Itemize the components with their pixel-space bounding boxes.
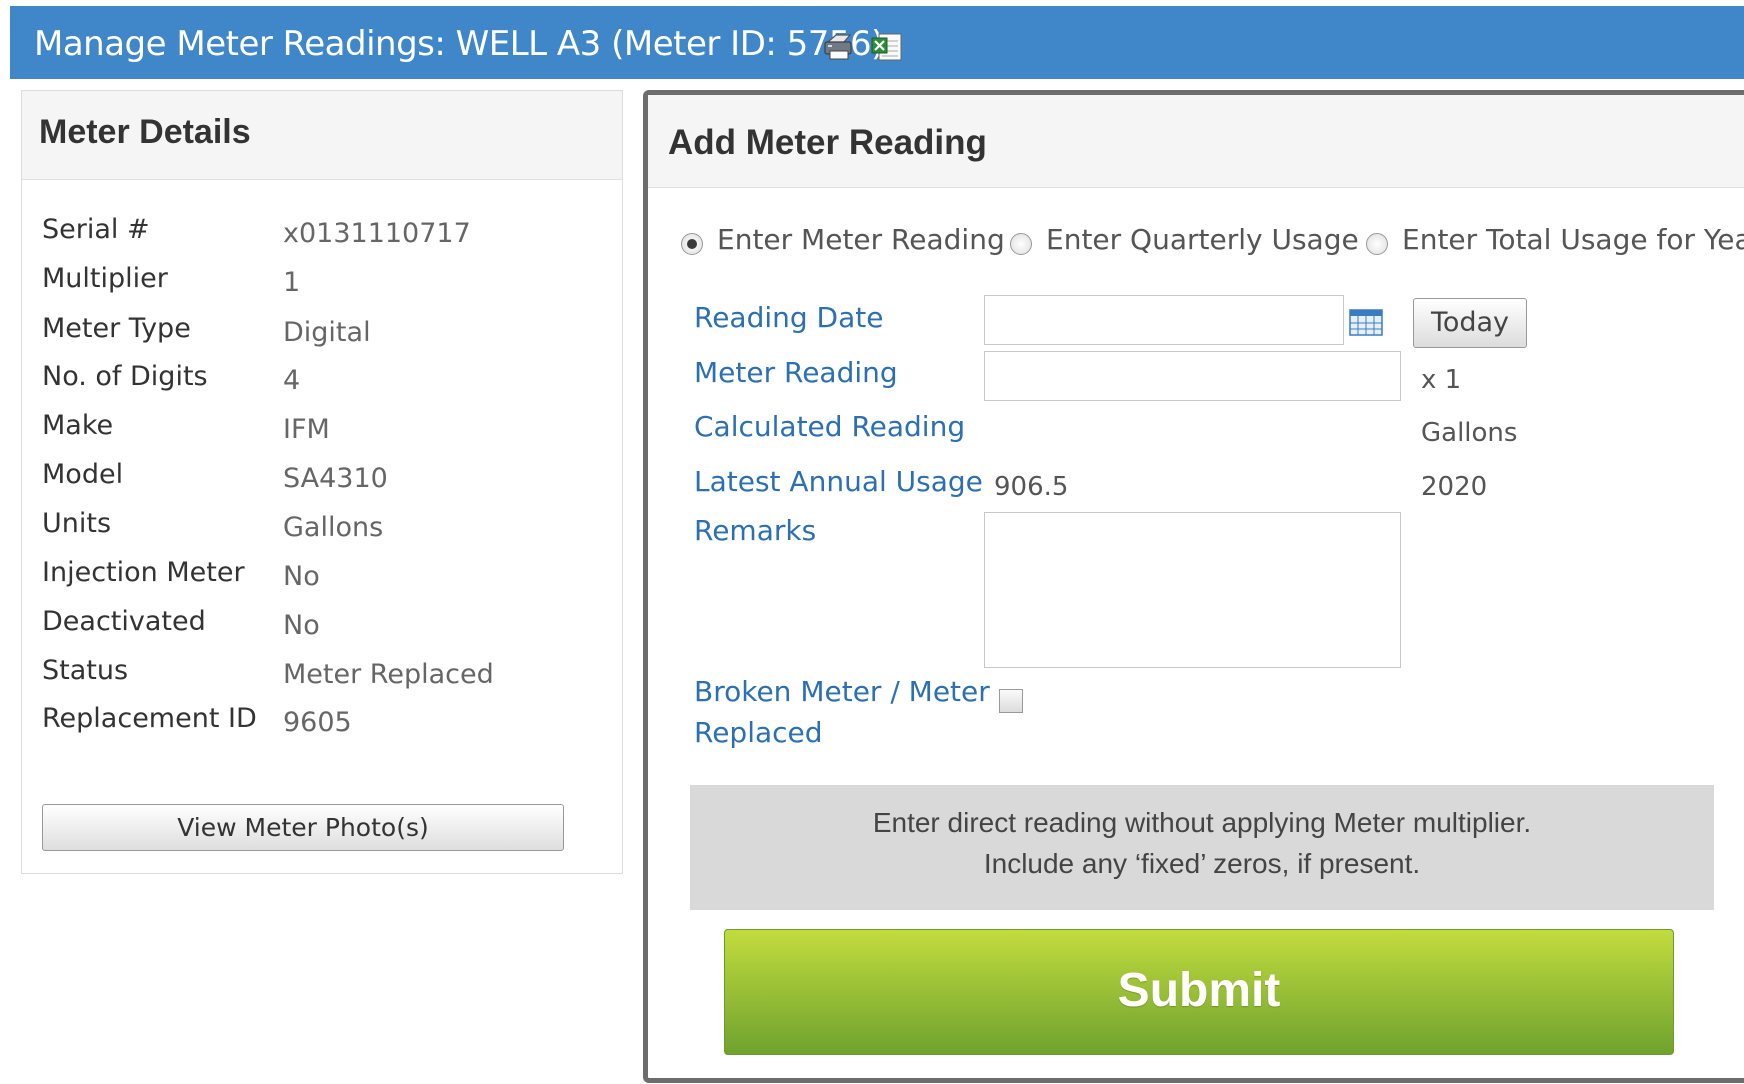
detail-value: No <box>283 561 320 592</box>
detail-value: No <box>283 610 320 641</box>
detail-label: Replacement ID <box>42 703 257 734</box>
detail-value: 1 <box>283 267 301 298</box>
add-reading-title: Add Meter Reading <box>668 123 987 162</box>
detail-label: Units <box>42 508 112 539</box>
detail-value: Meter Replaced <box>283 659 494 690</box>
calculated-reading-label: Calculated Reading <box>694 410 966 443</box>
detail-label: Injection Meter <box>42 557 245 588</box>
instructions-line-2: Include any ‘fixed’ zeros, if present. <box>983 848 1421 879</box>
latest-annual-usage-label: Latest Annual Usage <box>694 465 983 498</box>
broken-meter-checkbox[interactable] <box>999 689 1023 713</box>
today-button[interactable]: Today <box>1413 298 1527 348</box>
reading-date-label: Reading Date <box>694 301 884 334</box>
remarks-textarea[interactable] <box>984 512 1401 668</box>
add-reading-header: Add Meter Reading <box>648 95 1744 188</box>
radio-button[interactable] <box>1366 233 1388 255</box>
radio-button-selected[interactable] <box>681 233 703 255</box>
meter-reading-label: Meter Reading <box>694 356 898 389</box>
calculated-units: Gallons <box>1421 418 1518 448</box>
detail-label: Model <box>42 459 124 490</box>
meter-details-header: Meter Details <box>22 91 622 180</box>
radio-label: Enter Quarterly Usage <box>1046 223 1359 256</box>
detail-label: Make <box>42 410 114 441</box>
radio-label: Enter Meter Reading <box>717 223 1005 256</box>
page-header-bar: Manage Meter Readings: WELL A3 (Meter ID… <box>10 6 1744 79</box>
meter-details-title: Meter Details <box>39 113 251 151</box>
radio-button[interactable] <box>1010 233 1032 255</box>
broken-meter-label-line2: Replaced <box>694 716 823 749</box>
multiplier-text: x 1 <box>1421 365 1462 395</box>
detail-label: Multiplier <box>42 263 168 294</box>
meter-details-panel: Meter Details Serial # x0131110717 Multi… <box>21 90 623 874</box>
page-title: Manage Meter Readings: WELL A3 (Meter ID… <box>34 24 884 64</box>
add-meter-reading-panel: Add Meter Reading Enter Meter Reading En… <box>643 90 1744 1083</box>
remarks-label: Remarks <box>694 514 817 547</box>
latest-annual-usage-year: 2020 <box>1421 472 1488 502</box>
detail-label: Serial # <box>42 214 150 245</box>
submit-button[interactable]: Submit <box>724 929 1674 1055</box>
detail-label: No. of Digits <box>42 361 208 392</box>
print-icon[interactable] <box>822 32 856 62</box>
calendar-icon[interactable] <box>1348 307 1384 337</box>
detail-value: Digital <box>283 317 371 348</box>
reading-instructions-box: Enter direct reading without applying Me… <box>690 785 1714 910</box>
detail-label: Status <box>42 655 129 686</box>
latest-annual-usage-value: 906.5 <box>994 472 1069 502</box>
meter-reading-input[interactable] <box>984 351 1401 401</box>
radio-label: Enter Total Usage for Year <box>1402 223 1744 256</box>
detail-value: IFM <box>283 414 330 445</box>
broken-meter-label: Broken Meter / Meter <box>694 675 990 708</box>
detail-value: Gallons <box>283 512 384 543</box>
detail-label: Meter Type <box>42 313 191 344</box>
detail-value: SA4310 <box>283 463 388 494</box>
detail-value: x0131110717 <box>283 218 471 249</box>
detail-value: 9605 <box>283 707 352 738</box>
excel-export-icon[interactable] <box>870 32 904 62</box>
reading-date-input[interactable] <box>984 295 1344 345</box>
detail-label: Deactivated <box>42 606 206 637</box>
view-meter-photos-button[interactable]: View Meter Photo(s) <box>42 804 564 851</box>
detail-value: 4 <box>283 365 301 396</box>
instructions-line-1: Enter direct reading without applying Me… <box>872 807 1532 838</box>
